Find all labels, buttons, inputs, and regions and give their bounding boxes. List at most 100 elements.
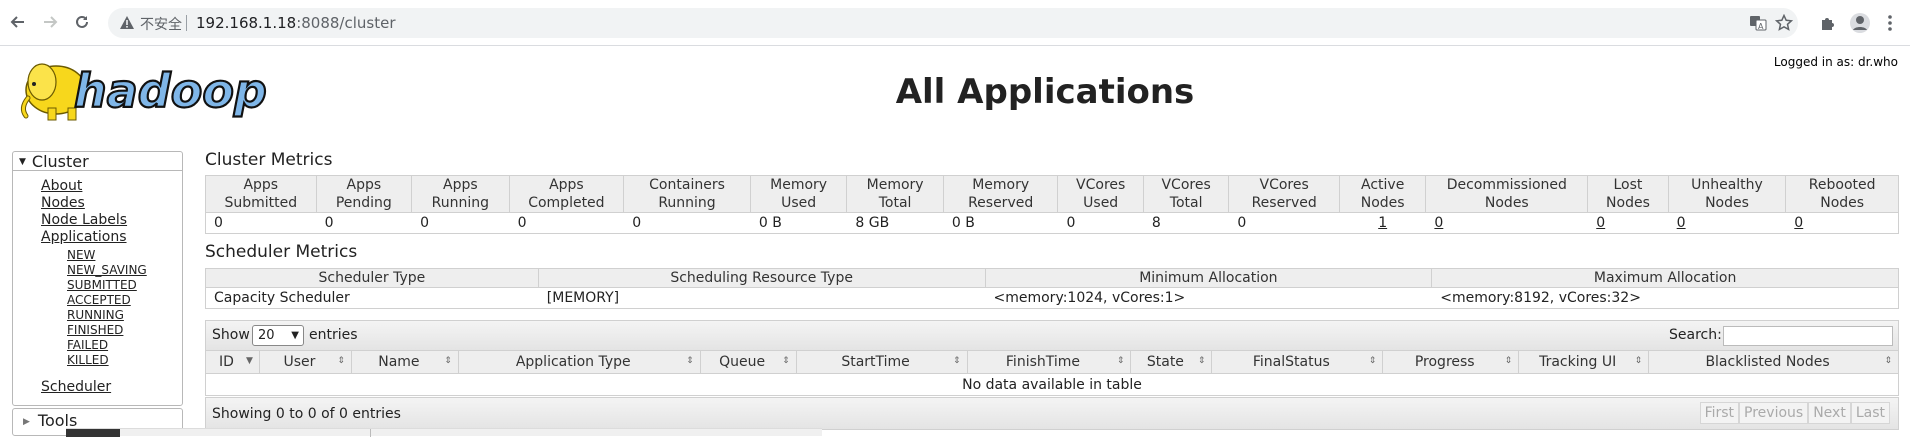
sort-icon: ⇕ xyxy=(952,356,961,366)
state-link-running[interactable]: RUNNING xyxy=(67,308,147,323)
pager-first-button[interactable]: First xyxy=(1699,402,1740,424)
collapse-triangle-icon: ▼ xyxy=(19,157,26,167)
maximum-allocation-value: <memory:8192, vCores:32> xyxy=(1431,287,1899,309)
column-header-queue[interactable]: Queue ⇕ xyxy=(699,350,797,374)
state-link-failed[interactable]: FAILED xyxy=(67,338,147,353)
nav-link-applications[interactable]: Applications xyxy=(41,229,127,246)
url-text[interactable]: 192.168.1.18:8088/cluster xyxy=(196,14,396,32)
search-input[interactable] xyxy=(1723,326,1893,346)
metric-apps-pending: 0 xyxy=(315,212,412,234)
sort-desc-icon: ▼ xyxy=(246,356,253,366)
state-link-finished[interactable]: FINISHED xyxy=(67,323,147,338)
column-header-blacklisted-nodes[interactable]: Blacklisted Nodes ⇕ xyxy=(1648,350,1899,374)
metric-header: Apps Pending xyxy=(315,175,413,213)
forward-button[interactable] xyxy=(38,10,62,34)
address-bar[interactable]: 不安全 192.168.1.18:8088/cluster A xyxy=(108,8,1798,38)
metric-vcores-reserved: 0 xyxy=(1228,212,1340,234)
cluster-nav-panel: ▼ Cluster About Nodes Node Labels Applica… xyxy=(12,151,183,406)
cluster-nav-header[interactable]: ▼ Cluster xyxy=(13,152,182,171)
back-button[interactable] xyxy=(6,10,30,34)
column-header-id[interactable]: ID ▼ xyxy=(205,350,260,374)
column-header-progress[interactable]: Progress ⇕ xyxy=(1382,350,1520,374)
state-link-new[interactable]: NEW xyxy=(67,248,147,263)
sort-icon: ⇕ xyxy=(1197,356,1206,366)
column-header-tracking-ui[interactable]: Tracking UI ⇕ xyxy=(1518,350,1650,374)
pager-last-button[interactable]: Last xyxy=(1850,402,1890,424)
empty-table-message: No data available in table xyxy=(205,373,1899,396)
metric-containers-running: 0 xyxy=(623,212,751,234)
scheduling-resource-type-value: [MEMORY] xyxy=(537,287,985,309)
nav-link-scheduler[interactable]: Scheduler xyxy=(41,379,111,395)
chrome-menu-icon[interactable] xyxy=(1878,11,1902,35)
column-header-finishtime[interactable]: FinishTime ⇕ xyxy=(966,350,1132,374)
svg-text:A: A xyxy=(1758,22,1764,31)
metric-memory-reserved: 0 B xyxy=(942,212,1058,234)
warning-info-icon[interactable] xyxy=(118,14,136,32)
bookmark-star-icon[interactable] xyxy=(1774,13,1794,33)
nav-link-about[interactable]: About xyxy=(41,178,127,195)
translate-icon[interactable]: A xyxy=(1748,13,1768,33)
metric-header: Active Nodes xyxy=(1338,175,1427,213)
logged-in-user: Logged in as: dr.who xyxy=(1773,55,1898,69)
omnibox-separator xyxy=(186,15,187,31)
metric-active-nodes-cell: 1 xyxy=(1338,212,1426,234)
metric-header: Memory Used xyxy=(749,175,848,213)
empty-row: No data available in table xyxy=(205,373,1899,396)
scheduler-header: Scheduling Resource Type xyxy=(537,268,986,288)
horizontal-scrollbar[interactable] xyxy=(66,428,822,437)
scheduler-header: Minimum Allocation xyxy=(984,268,1433,288)
sort-icon: ⇕ xyxy=(1116,356,1125,366)
sort-icon: ⇕ xyxy=(686,356,694,366)
sort-icon: ⇕ xyxy=(444,356,452,366)
column-header-name[interactable]: Name ⇕ xyxy=(350,350,459,374)
metric-header: Memory Reserved xyxy=(942,175,1059,213)
pager-previous-button[interactable]: Previous xyxy=(1739,402,1809,424)
profile-avatar-icon[interactable] xyxy=(1848,11,1872,35)
state-link-killed[interactable]: KILLED xyxy=(67,353,147,368)
metric-header: Decommissioned Nodes xyxy=(1425,175,1589,213)
state-link-submitted[interactable]: SUBMITTED xyxy=(67,278,147,293)
column-header-starttime[interactable]: StartTime ⇕ xyxy=(795,350,968,374)
metric-header: Memory Total xyxy=(846,175,944,213)
metric-rebooted-nodes-link[interactable]: 0 xyxy=(1794,215,1803,231)
pager-next-button[interactable]: Next xyxy=(1808,402,1851,424)
column-header-application-type[interactable]: Application Type ⇕ xyxy=(457,350,701,374)
metric-decommissioned-nodes-cell: 0 xyxy=(1425,212,1588,234)
back-arrow-icon xyxy=(10,16,24,28)
state-link-new-saving[interactable]: NEW_SAVING xyxy=(67,263,147,278)
extensions-puzzle-icon[interactable] xyxy=(1816,11,1840,35)
sort-icon: ⇕ xyxy=(1368,356,1377,366)
metric-header: Apps Completed xyxy=(508,175,625,213)
column-header-state[interactable]: State ⇕ xyxy=(1130,350,1213,374)
show-label: Show xyxy=(212,327,250,343)
metric-decommissioned-nodes-link[interactable]: 0 xyxy=(1434,215,1443,231)
metric-header: Lost Nodes xyxy=(1587,175,1669,213)
reload-button[interactable] xyxy=(70,10,94,34)
column-header-finalstatus[interactable]: FinalStatus ⇕ xyxy=(1211,350,1384,374)
metric-header: VCores Total xyxy=(1142,175,1230,213)
metric-vcores-total: 8 xyxy=(1142,212,1229,234)
scheduler-header: Scheduler Type xyxy=(205,268,539,288)
cluster-metrics-header-row: Apps Submitted Apps Pending Apps Running Ap… xyxy=(205,175,1899,213)
metric-lost-nodes-link[interactable]: 0 xyxy=(1596,215,1605,231)
scheduler-type-value: Capacity Scheduler xyxy=(205,287,539,309)
state-link-accepted[interactable]: ACCEPTED xyxy=(67,293,147,308)
page-size-select[interactable]: 20 ▼ xyxy=(252,325,304,346)
metric-rebooted-nodes-cell: 0 xyxy=(1785,212,1899,234)
pagination: First Previous Next Last xyxy=(1699,402,1890,424)
nav-link-node-labels[interactable]: Node Labels xyxy=(41,212,127,229)
metric-unhealthy-nodes-cell: 0 xyxy=(1667,212,1786,234)
metric-active-nodes-link[interactable]: 1 xyxy=(1378,215,1387,231)
metric-memory-used: 0 B xyxy=(749,212,847,234)
applications-header-row: ID ▼ User ⇕ Name ⇕ Application Type ⇕ Queue ⇕… xyxy=(205,350,1899,374)
application-state-links: NEW NEW_SAVING SUBMITTED ACCEPTED RUNNIN… xyxy=(67,248,147,368)
metric-unhealthy-nodes-link[interactable]: 0 xyxy=(1677,215,1686,231)
cluster-metrics-title: Cluster Metrics xyxy=(205,150,333,170)
sort-icon: ⇕ xyxy=(1884,356,1892,366)
nav-link-nodes[interactable]: Nodes xyxy=(41,195,127,212)
column-header-user[interactable]: User ⇕ xyxy=(258,350,352,374)
url-path: :8088/cluster xyxy=(296,14,396,32)
metric-header: Containers Running xyxy=(623,175,751,213)
metric-header: VCores Used xyxy=(1057,175,1144,213)
cluster-label: Cluster xyxy=(31,152,89,171)
